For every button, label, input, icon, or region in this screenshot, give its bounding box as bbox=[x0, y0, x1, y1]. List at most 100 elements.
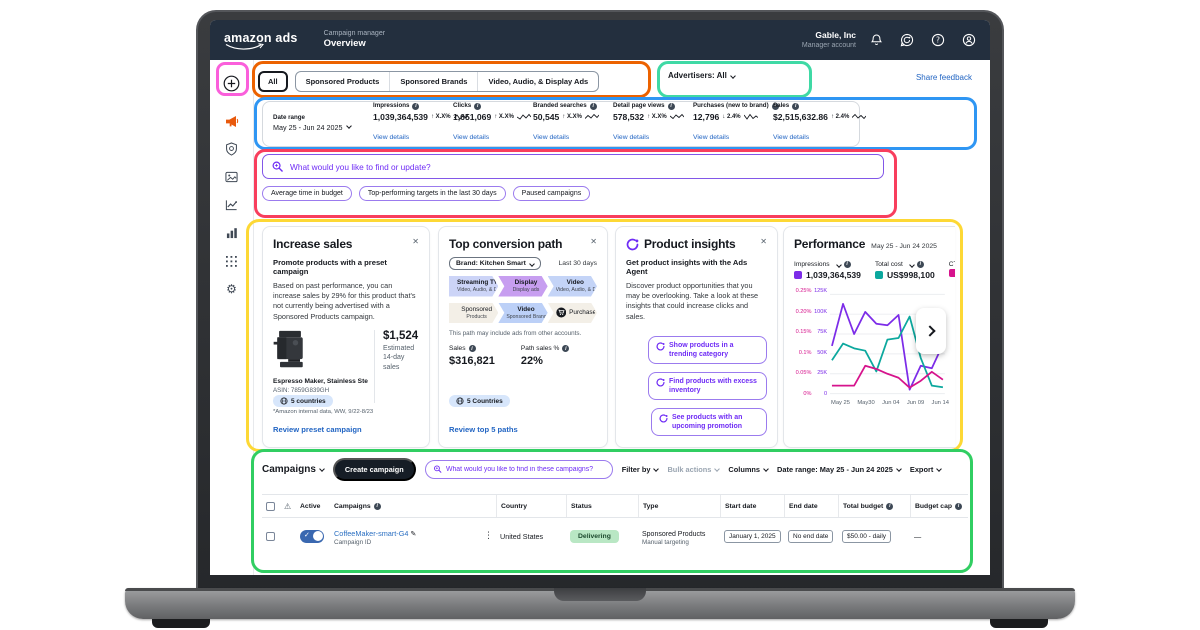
brand-shield-icon[interactable] bbox=[221, 138, 243, 160]
tab-sponsored-brands[interactable]: Sponsored Brands bbox=[389, 72, 477, 91]
advertisers-dropdown[interactable]: Advertisers: All bbox=[668, 71, 735, 80]
campaign-name-link[interactable]: CoffeeMaker-smart-G4 bbox=[334, 529, 408, 538]
laptop-mockup: amazon ads Campaign manager Overview Gab… bbox=[0, 0, 1200, 630]
performance-period: May 25 - Jun 24 2025 bbox=[871, 243, 937, 250]
chip-average-time-in-budget[interactable]: Average time in budget bbox=[262, 186, 352, 201]
filter-by-dropdown[interactable]: Filter by bbox=[622, 465, 659, 474]
show-trending-category-button[interactable]: Show products in a trending category bbox=[648, 336, 767, 364]
y-axis-count: 125K100K75K50K25K0 bbox=[814, 289, 831, 397]
tab-all[interactable]: All bbox=[258, 71, 288, 92]
info-icon[interactable]: i bbox=[474, 103, 481, 110]
kebab-menu-icon[interactable]: ⋮ bbox=[484, 531, 493, 541]
upcoming-promotion-button[interactable]: See products with an upcoming promotion bbox=[651, 408, 767, 436]
chevron-down-icon bbox=[346, 123, 352, 129]
metrics-summary-bar: Date range May 25 - Jun 24 2025 Impressi… bbox=[262, 101, 860, 147]
share-feedback-link[interactable]: Share feedback bbox=[916, 73, 972, 82]
start-date-field[interactable]: January 1, 2025 bbox=[724, 530, 781, 543]
suggested-query-chips: Average time in budget Top-performing ta… bbox=[262, 186, 590, 201]
ai-search-input[interactable] bbox=[290, 162, 875, 172]
row-checkbox[interactable] bbox=[266, 532, 275, 541]
tab-video-audio-display[interactable]: Video, Audio, & Display Ads bbox=[477, 72, 598, 91]
view-details-link[interactable]: View details bbox=[613, 134, 649, 141]
info-icon[interactable]: i bbox=[374, 503, 381, 510]
help-icon[interactable]: ? bbox=[931, 33, 945, 47]
columns-dropdown[interactable]: Columns bbox=[728, 465, 768, 474]
creative-image-icon[interactable] bbox=[221, 166, 243, 188]
legend-ctr[interactable]: CTR bbox=[949, 260, 955, 281]
view-details-link[interactable]: View details bbox=[773, 134, 809, 141]
ads-agent-chat-icon[interactable] bbox=[900, 33, 914, 47]
increase-sales-card: Increase sales ✕ Promote products with a… bbox=[262, 226, 430, 448]
campaigns-search[interactable] bbox=[425, 460, 613, 479]
card-body: Based on past performance, you can incre… bbox=[273, 281, 419, 322]
col-start-date: Start date bbox=[720, 495, 784, 517]
amazon-ads-logo[interactable]: amazon ads bbox=[224, 31, 298, 49]
close-icon[interactable]: ✕ bbox=[590, 237, 597, 246]
view-details-link[interactable]: View details bbox=[453, 134, 489, 141]
info-icon[interactable]: i bbox=[469, 345, 476, 352]
info-icon[interactable]: i bbox=[955, 503, 962, 510]
product-name: Espresso Maker, Stainless Steele, jet bl… bbox=[273, 378, 368, 385]
view-details-link[interactable]: View details bbox=[533, 134, 569, 141]
chip-top-performing-targets[interactable]: Top-performing targets in the last 30 da… bbox=[359, 186, 506, 201]
account-switcher[interactable]: Gable, Inc Manager account bbox=[802, 30, 856, 50]
carousel-next-button[interactable] bbox=[916, 308, 946, 354]
new-campaign-plus-icon[interactable] bbox=[221, 72, 243, 94]
info-icon[interactable]: i bbox=[590, 103, 597, 110]
info-icon[interactable]: i bbox=[886, 503, 893, 510]
end-date-field[interactable]: No end date bbox=[788, 530, 833, 543]
info-icon[interactable]: i bbox=[562, 345, 569, 352]
info-icon: i bbox=[844, 261, 851, 268]
card-subtitle: Promote products with a preset campaign bbox=[273, 258, 419, 276]
tab-sponsored-products[interactable]: Sponsored Products bbox=[296, 72, 390, 91]
bulk-actions-dropdown[interactable]: Bulk actions bbox=[667, 465, 719, 474]
info-icon[interactable]: i bbox=[668, 103, 675, 110]
date-range-selector[interactable]: Date range May 25 - Jun 24 2025 bbox=[273, 114, 369, 133]
close-icon[interactable]: ✕ bbox=[412, 237, 419, 246]
settings-gear-icon[interactable]: ⚙ bbox=[221, 278, 243, 300]
y-axis-percent: 0.25%0.20%0.15%0.1%0.05%0% bbox=[794, 289, 814, 397]
reports-bar-chart-icon[interactable] bbox=[221, 222, 243, 244]
account-profile-icon[interactable] bbox=[962, 33, 976, 47]
metric-detail-page-views: Detail page viewsi 578,532↑ X.X% View de… bbox=[613, 102, 689, 147]
app-window: amazon ads Campaign manager Overview Gab… bbox=[210, 20, 990, 575]
create-campaign-button[interactable]: Create campaign bbox=[333, 458, 416, 481]
brand-filter-dropdown[interactable]: Brand: Kitchen Smart bbox=[449, 257, 541, 270]
globe-icon bbox=[280, 397, 288, 405]
info-icon[interactable]: i bbox=[792, 103, 799, 110]
view-details-link[interactable]: View details bbox=[693, 134, 729, 141]
find-excess-inventory-button[interactable]: Find products with excess inventory bbox=[648, 372, 767, 400]
campaigns-search-input[interactable] bbox=[446, 466, 605, 473]
select-all-checkbox[interactable] bbox=[266, 502, 275, 511]
period-label: Last 30 days bbox=[558, 260, 597, 267]
apps-grid-icon[interactable] bbox=[221, 250, 243, 272]
legend-total-cost[interactable]: Total costi US$998,100 bbox=[875, 260, 935, 281]
ai-search-bar[interactable] bbox=[262, 154, 884, 179]
export-dropdown[interactable]: Export bbox=[910, 465, 941, 474]
laptop-foot bbox=[152, 619, 210, 628]
path-step-purchase: Purchase bbox=[548, 303, 597, 324]
review-top-paths-link[interactable]: Review top 5 paths bbox=[449, 425, 518, 434]
campaigns-title-dropdown[interactable]: Campaigns bbox=[262, 464, 324, 475]
legend-impressions[interactable]: Impressionsi 1,039,364,539 bbox=[794, 260, 861, 281]
review-preset-campaign-link[interactable]: Review preset campaign bbox=[273, 425, 362, 434]
globe-icon bbox=[456, 397, 464, 405]
campaigns-megaphone-icon[interactable] bbox=[221, 110, 243, 132]
notifications-bell-icon[interactable] bbox=[870, 33, 883, 47]
estimated-sales-value: $1,524 bbox=[383, 330, 419, 342]
chevron-right-icon bbox=[924, 325, 935, 336]
type-cell: Sponsored Products Manual targeting bbox=[638, 524, 720, 548]
analytics-line-chart-icon[interactable] bbox=[221, 194, 243, 216]
chip-paused-campaigns[interactable]: Paused campaigns bbox=[513, 186, 591, 201]
chart-legend: Impressionsi 1,039,364,539 Total costi U… bbox=[794, 260, 955, 281]
sparkline bbox=[585, 112, 599, 121]
ads-agent-swirl-icon bbox=[659, 414, 668, 423]
info-icon[interactable]: i bbox=[412, 103, 419, 110]
active-toggle[interactable]: ✓ bbox=[300, 530, 324, 543]
view-details-link[interactable]: View details bbox=[373, 134, 409, 141]
campaign-id-label: Campaign ID bbox=[334, 539, 476, 548]
table-date-range-dropdown[interactable]: Date range: May 25 - Jun 24 2025 bbox=[777, 465, 901, 474]
close-icon[interactable]: ✕ bbox=[760, 237, 767, 246]
total-budget-field[interactable]: $50.00 - daily bbox=[842, 530, 891, 543]
edit-pencil-icon[interactable]: ✎ bbox=[410, 530, 416, 538]
